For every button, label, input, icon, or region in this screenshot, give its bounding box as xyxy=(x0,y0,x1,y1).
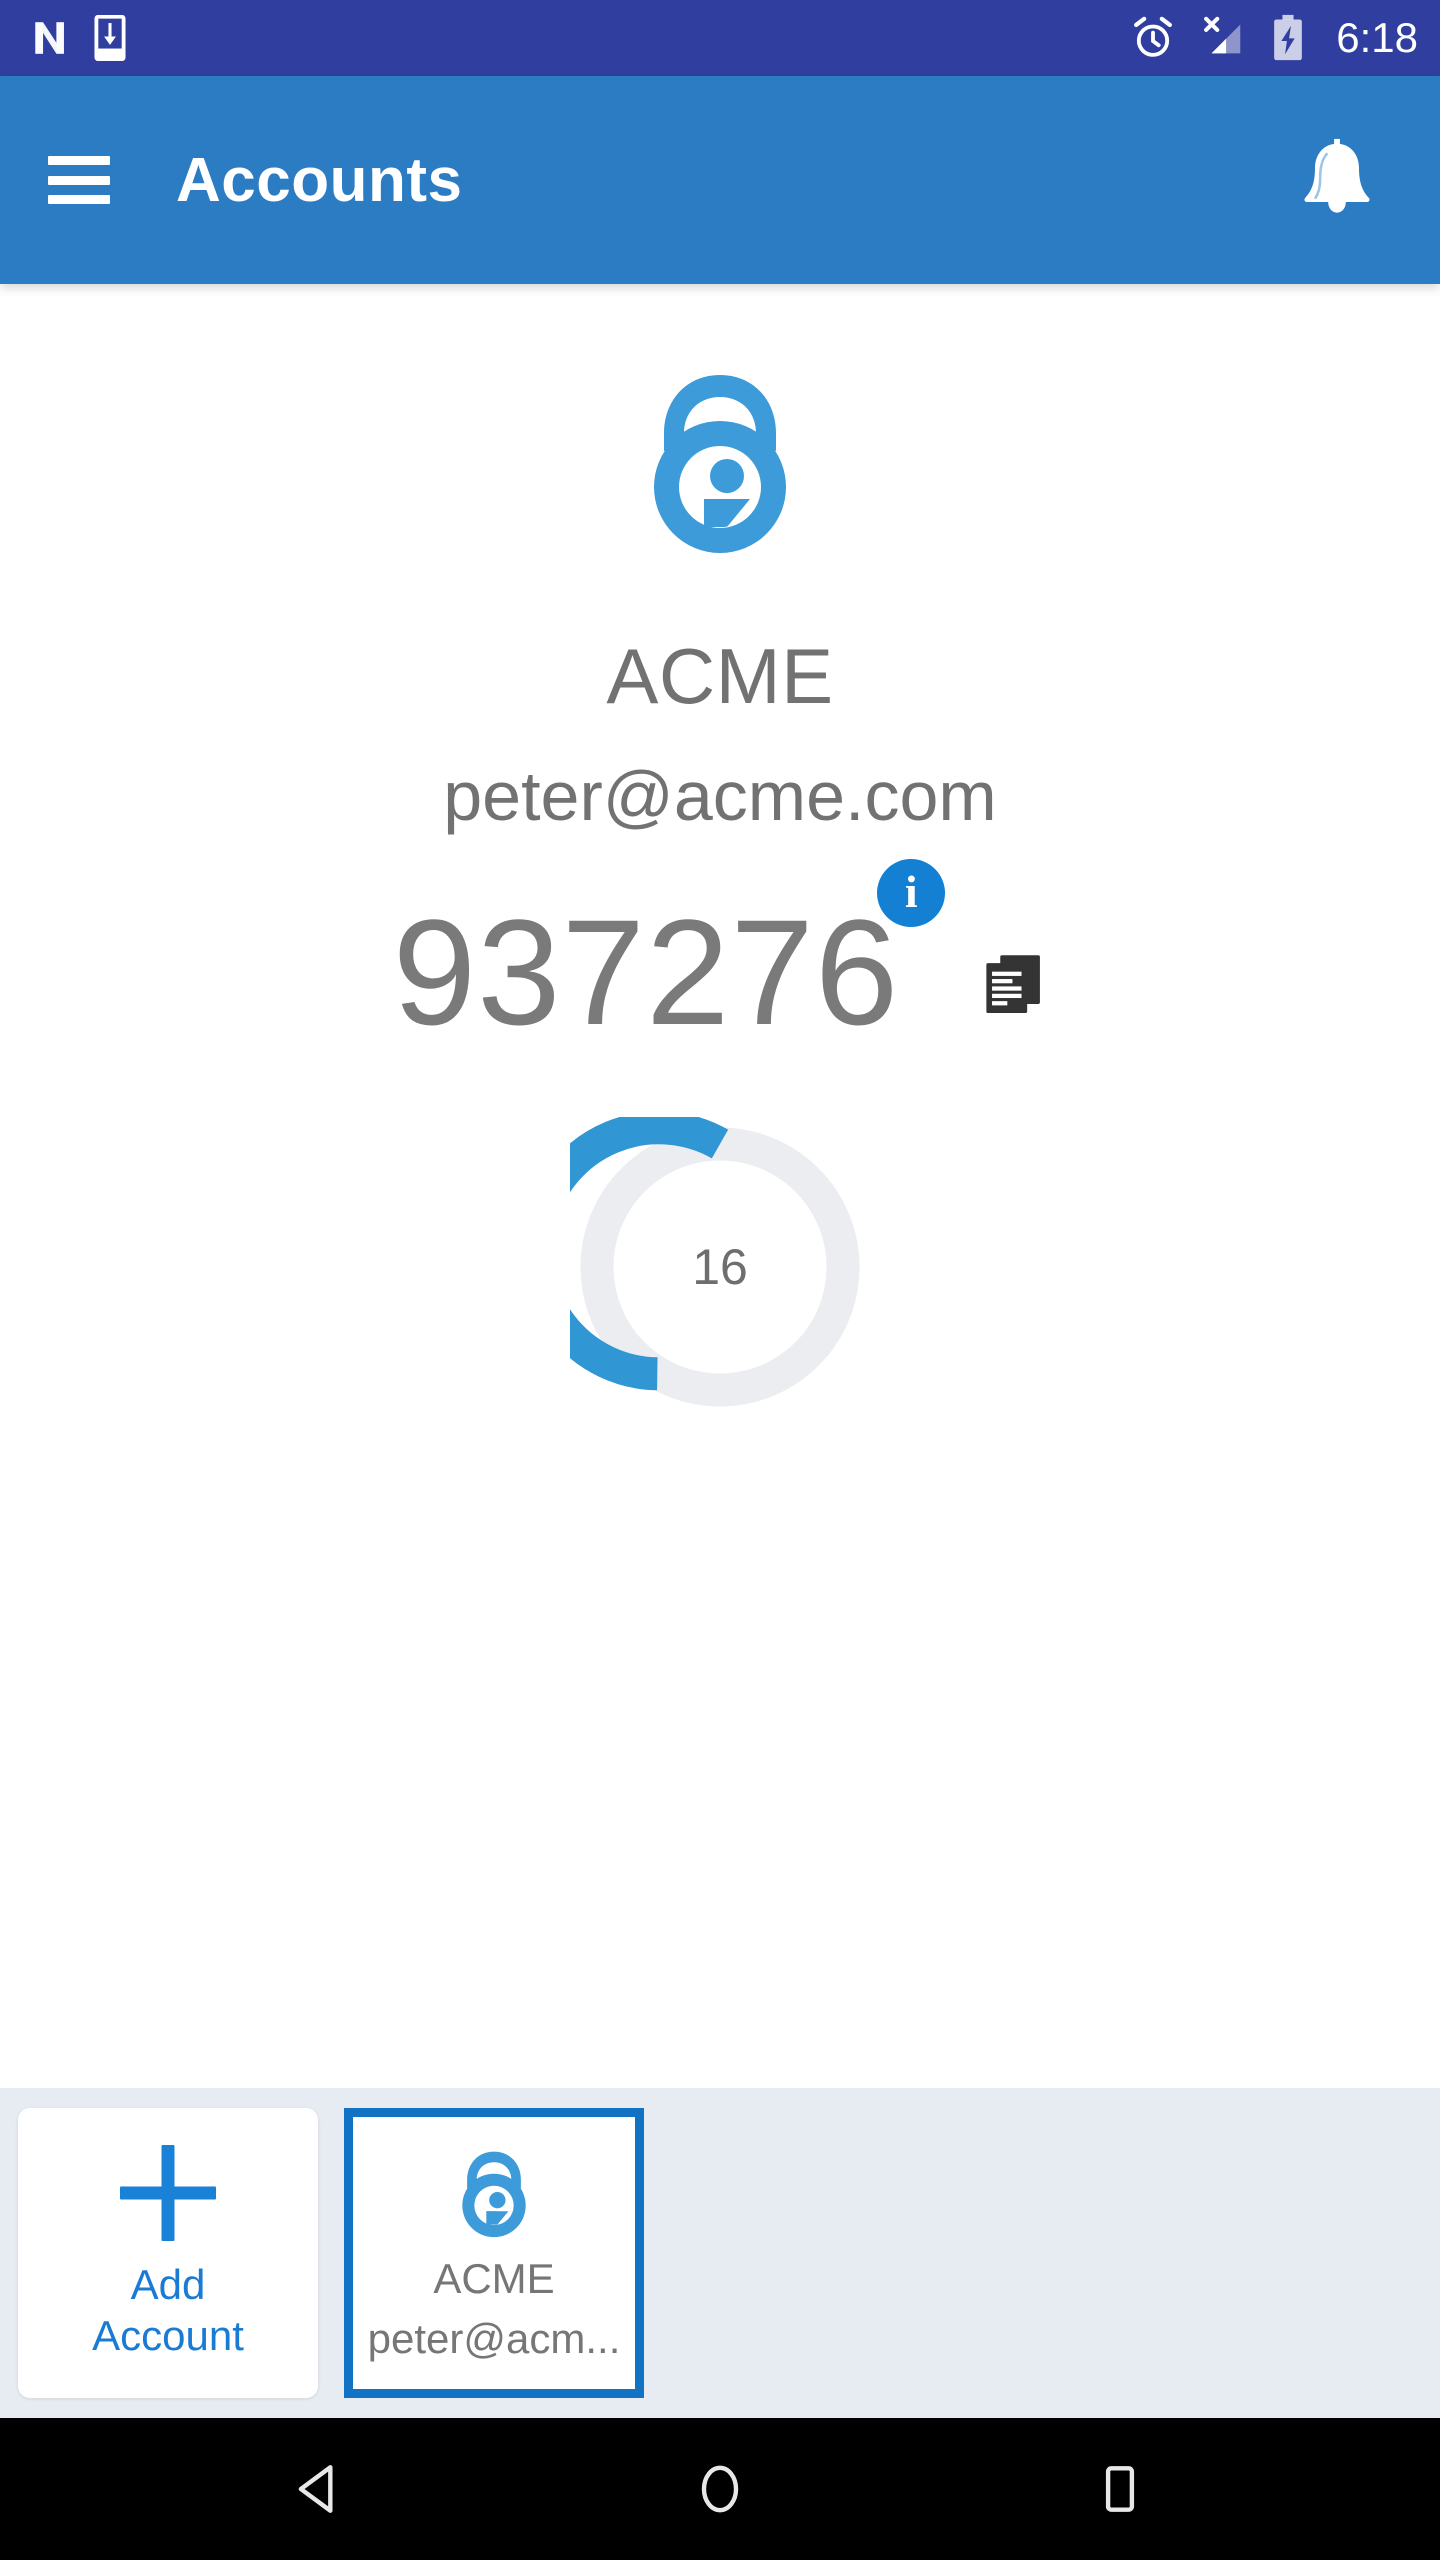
account-card-issuer: ACME xyxy=(433,2254,555,2302)
status-bar-clock: 6:18 xyxy=(1336,14,1418,61)
account-issuer: ACME xyxy=(606,632,834,720)
bell-icon xyxy=(1304,138,1370,213)
android-navigation-bar xyxy=(0,2418,1440,2560)
battery-charging-icon xyxy=(1274,14,1303,61)
otp-row: 937276 i xyxy=(0,859,1440,1047)
circle-home-icon xyxy=(701,2465,739,2513)
phone-screen: 6:18 Accounts ACME peter@acme.com 937276… xyxy=(0,0,1440,2560)
android-n-logo-icon xyxy=(35,22,64,54)
status-bar-right-icons: 6:18 xyxy=(1130,14,1418,62)
page-title: Accounts xyxy=(176,145,463,215)
plus-icon xyxy=(120,2145,216,2241)
download-to-device-icon xyxy=(94,15,126,61)
account-email: peter@acme.com xyxy=(443,757,997,835)
signal-no-service-icon xyxy=(1204,16,1241,54)
hamburger-line xyxy=(48,195,110,204)
info-icon[interactable]: i xyxy=(877,859,946,927)
app-bar: Accounts xyxy=(0,76,1440,284)
add-account-label-line1: Add xyxy=(130,2260,206,2308)
status-bar-left-icons xyxy=(28,15,126,61)
otp-countdown-timer: 16 xyxy=(519,1111,870,1417)
notifications-button[interactable] xyxy=(1282,134,1392,226)
back-button[interactable] xyxy=(260,2429,380,2549)
otp-code[interactable]: 937276 xyxy=(393,897,900,1047)
home-button[interactable] xyxy=(660,2429,780,2549)
accounts-carousel: Add Account ACME peter@acm... xyxy=(0,2088,1440,2418)
lastpass-authenticator-lock-icon xyxy=(654,375,786,553)
copy-to-clipboard-icon xyxy=(986,955,1041,1014)
add-account-label-line2: Account xyxy=(92,2312,244,2359)
lastpass-authenticator-lock-icon xyxy=(462,2151,526,2237)
hamburger-line xyxy=(48,156,110,165)
info-icon-glyph: i xyxy=(904,866,918,917)
account-detail-panel: ACME peter@acme.com 937276 i 16 xyxy=(0,284,1440,2088)
otp-code-wrapper: 937276 i xyxy=(393,859,946,1047)
account-card-email: peter@acm... xyxy=(367,2316,621,2362)
account-card-acme[interactable]: ACME peter@acm... xyxy=(344,2108,644,2398)
countdown-seconds: 16 xyxy=(692,1239,748,1295)
hamburger-menu-icon[interactable] xyxy=(48,156,110,204)
square-recents-icon xyxy=(1105,2466,1135,2512)
alarm-icon xyxy=(1134,16,1173,57)
recents-button[interactable] xyxy=(1060,2429,1180,2549)
triangle-back-icon xyxy=(298,2465,333,2513)
status-bar: 6:18 xyxy=(0,0,1440,76)
add-account-card[interactable]: Add Account xyxy=(18,2108,318,2398)
hamburger-line xyxy=(48,175,110,185)
copy-code-button[interactable] xyxy=(979,949,1047,1022)
